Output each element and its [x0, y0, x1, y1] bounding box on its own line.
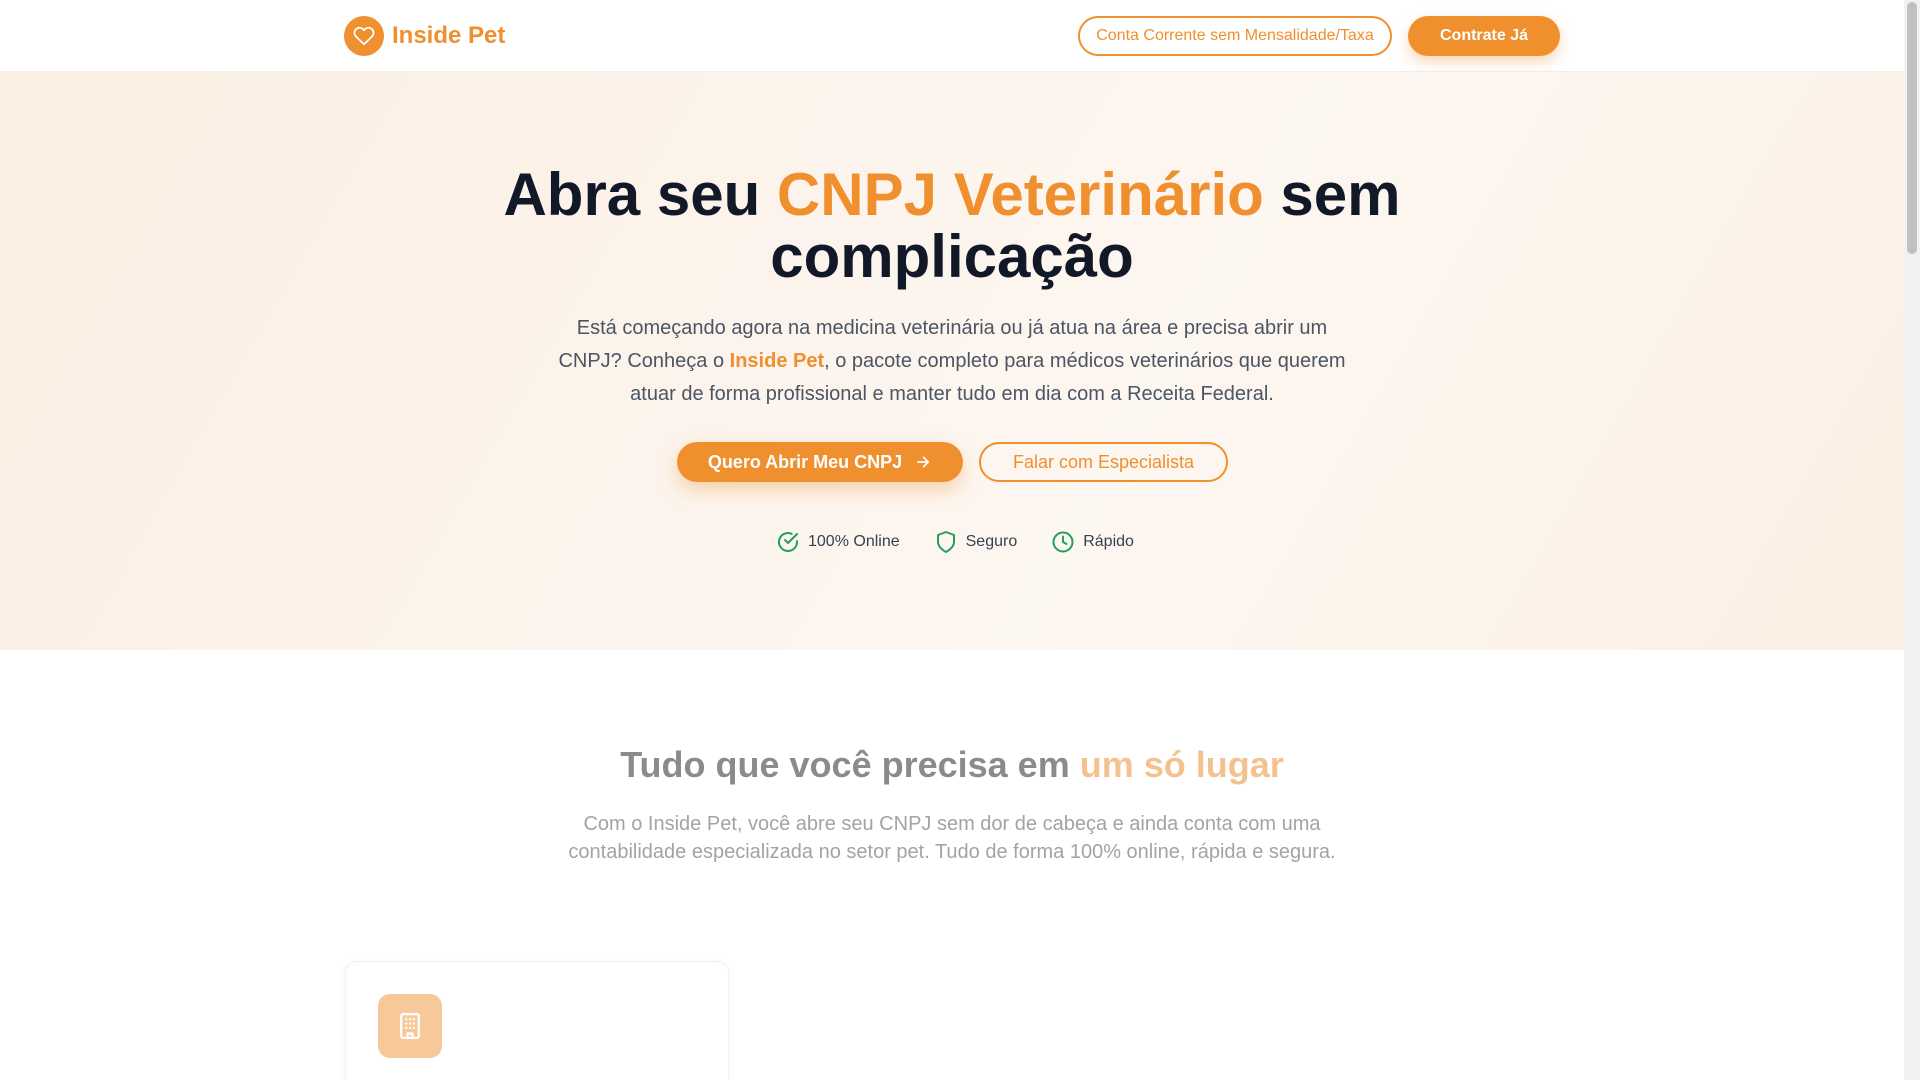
hero-cta-row: Quero Abrir Meu CNPJ Falar com Especiali… [677, 442, 1228, 482]
arrow-right-icon [917, 456, 930, 468]
brand-name: Inside Pet [392, 22, 506, 49]
top-navbar: Inside Pet Conta Corrente sem Mensalidad… [0, 0, 1904, 72]
feature-secure-label: Seguro [965, 533, 1018, 550]
hero-subtitle-brand: Inside Pet [729, 350, 825, 372]
heart-icon [344, 16, 384, 56]
feature-fast-label: Rápido [1083, 533, 1134, 550]
feature-secure: Seguro [934, 530, 1018, 554]
feature-online: 100% Online [776, 530, 900, 554]
section-title-part1: Tudo que você precisa em [620, 744, 1080, 785]
building-icon [378, 994, 442, 1058]
hero-title-part1: Abra seu [503, 161, 777, 228]
shield-icon [936, 531, 955, 553]
page: Inside Pet Conta Corrente sem Mensalidad… [0, 0, 1904, 1080]
check-circle-icon [778, 532, 798, 552]
scrollbar-thumb[interactable] [1907, 2, 1917, 254]
section-subtitle: Com o Inside Pet, você abre seu CNPJ sem… [568, 813, 1336, 863]
open-cnpj-button[interactable]: Quero Abrir Meu CNPJ [677, 442, 963, 482]
section-title: Tudo que você precisa em um só lugar [452, 744, 1452, 786]
contract-button[interactable]: Contrate Já [1408, 16, 1560, 56]
hero-section: Abra seu CNPJ Veterinário sem complicaçã… [0, 72, 1904, 650]
clock-icon [1052, 531, 1074, 553]
feature-card [345, 961, 729, 1080]
hero-title-accent: CNPJ Veterinário [776, 161, 1264, 228]
page-scrollbar[interactable] [1904, 0, 1920, 1080]
feature-online-label: 100% Online [808, 533, 900, 550]
brand[interactable]: Inside Pet [344, 16, 505, 56]
feature-fast: Rápido [1051, 530, 1134, 554]
hero-features: 100% Online Seguro Rápido [776, 530, 1134, 554]
account-button[interactable]: Conta Corrente sem Mensalidade/Taxa [1078, 16, 1392, 56]
features-section: Tudo que você precisa em um só lugar Com… [0, 650, 1904, 1080]
section-title-accent: um só lugar [1079, 744, 1284, 785]
hero-subtitle: Está começando agora na medicina veterin… [552, 312, 1352, 411]
open-cnpj-label: Quero Abrir Meu CNPJ [707, 451, 903, 472]
talk-specialist-button[interactable]: Falar com Especialista [979, 442, 1228, 482]
hero-title: Abra seu CNPJ Veterinário sem complicaçã… [452, 164, 1452, 288]
